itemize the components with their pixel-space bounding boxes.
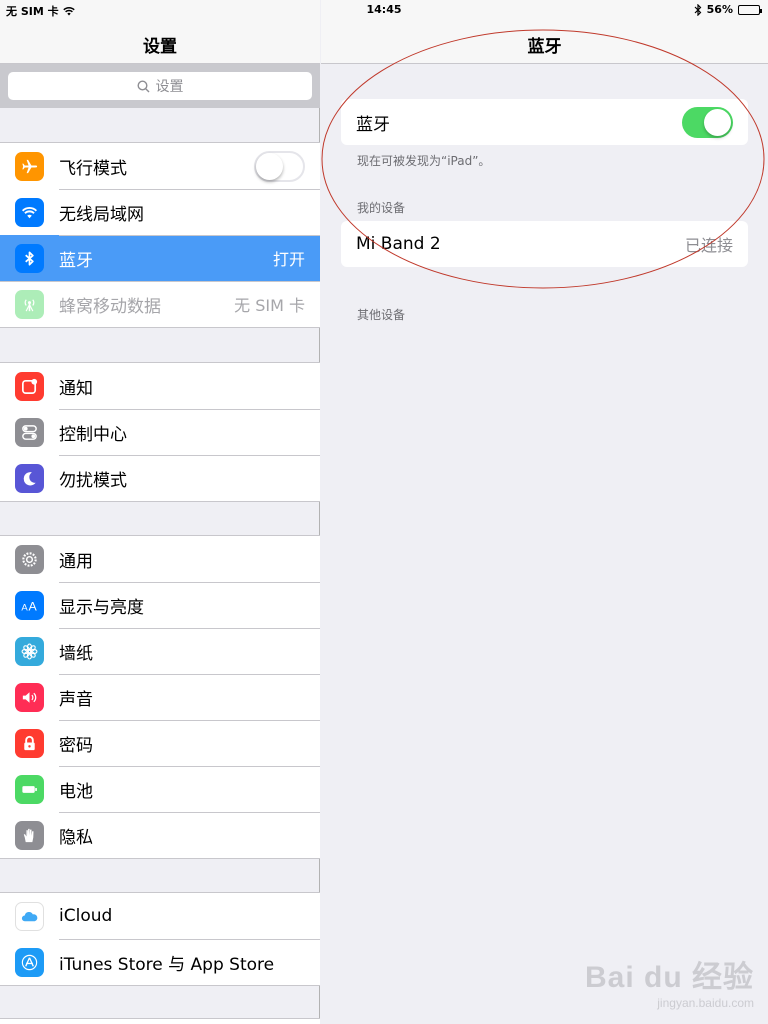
clock: 14:45 xyxy=(366,3,402,16)
watermark-main: Bai du 经验 xyxy=(584,961,754,994)
settings-row-wifi[interactable]: 无线局域网 xyxy=(0,189,320,235)
control-center-label: 控制中心 xyxy=(59,424,127,445)
baidu-watermark: Bai du 经验 jingyan.baidu.com xyxy=(585,952,754,1010)
wifi-icon xyxy=(15,197,44,227)
cellular-icon xyxy=(15,289,44,319)
bluetooth-toggle-label: 蓝牙 xyxy=(356,114,390,135)
sounds-label: 声音 xyxy=(59,689,93,710)
settings-group-general: 通用 AA 显示与亮度 墙纸 声音 密码 电池 隐私 xyxy=(0,535,320,859)
battery-percent: 56% xyxy=(706,3,733,16)
toggle-knob xyxy=(256,152,283,180)
settings-row-battery[interactable]: 电池 xyxy=(0,766,320,812)
settings-master-pane: 设置 设置 飞行模式 无线局域网 蓝牙 打开 蜂窝移动数据 无 SIM 卡 通知… xyxy=(0,0,320,1024)
device-status: 已连接 xyxy=(684,236,733,255)
app-store-icon xyxy=(15,947,44,977)
bluetooth-value: 打开 xyxy=(272,250,305,269)
bluetooth-icon xyxy=(15,243,44,273)
cellular-label: 蜂窝移动数据 xyxy=(59,296,161,317)
display-icon: AA xyxy=(15,590,44,620)
speaker-icon xyxy=(15,682,44,712)
bluetooth-detail-pane: 蓝牙 蓝牙 现在可被发现为“iPad”。 我的设备 Mi Band 2 已连接 … xyxy=(321,0,768,1024)
discoverable-text: 现在可被发现为“iPad”。 xyxy=(357,154,491,168)
airplane-icon xyxy=(15,151,44,181)
status-right: 56% xyxy=(694,3,762,16)
settings-row-icloud[interactable]: iCloud xyxy=(0,893,320,939)
settings-row-do-not-disturb[interactable]: 勿扰模式 xyxy=(0,455,320,501)
passcode-label: 密码 xyxy=(59,735,93,756)
bluetooth-label: 蓝牙 xyxy=(59,250,93,271)
watermark-sub: jingyan.baidu.com xyxy=(657,996,754,1010)
general-label: 通用 xyxy=(59,551,93,572)
settings-row-passcode[interactable]: 密码 xyxy=(0,720,320,766)
settings-row-display[interactable]: AA 显示与亮度 xyxy=(0,582,320,628)
settings-row-control-center[interactable]: 控制中心 xyxy=(0,409,320,455)
icloud-icon xyxy=(15,901,44,931)
control-center-icon xyxy=(15,417,44,447)
settings-row-cellular: 蜂窝移动数据 无 SIM 卡 xyxy=(0,281,320,327)
toggle-knob xyxy=(704,108,731,136)
master-title: 设置 xyxy=(143,37,177,57)
settings-group-connectivity: 飞行模式 无线局域网 蓝牙 打开 蜂窝移动数据 无 SIM 卡 xyxy=(0,142,320,328)
battery-icon xyxy=(15,774,44,804)
display-label: 显示与亮度 xyxy=(59,597,144,618)
wallpaper-label: 墙纸 xyxy=(59,643,93,664)
wallpaper-icon xyxy=(15,636,44,666)
settings-row-bluetooth[interactable]: 蓝牙 打开 xyxy=(0,235,320,281)
cellular-value: 无 SIM 卡 xyxy=(234,296,305,315)
bluetooth-toggle[interactable] xyxy=(682,106,733,138)
settings-row-sounds[interactable]: 声音 xyxy=(0,674,320,720)
settings-group-notifications: 通知 控制中心 勿扰模式 xyxy=(0,362,320,502)
battery-status-icon xyxy=(738,4,762,15)
search-input[interactable]: 设置 xyxy=(8,72,312,100)
notifications-icon xyxy=(15,371,44,401)
status-bar: 无 SIM 卡 14:45 56% xyxy=(0,0,768,20)
svg-text:A: A xyxy=(29,599,38,613)
battery-label: 电池 xyxy=(59,781,93,802)
notifications-label: 通知 xyxy=(59,378,93,399)
hand-icon xyxy=(15,820,44,850)
device-row[interactable]: Mi Band 2 已连接 xyxy=(341,221,748,267)
my-devices-header: 我的设备 xyxy=(357,201,406,215)
app-store-label: iTunes Store 与 App Store xyxy=(59,954,275,975)
icloud-label: iCloud xyxy=(59,906,113,926)
do-not-disturb-label: 勿扰模式 xyxy=(59,470,127,491)
bluetooth-status-icon xyxy=(694,3,702,16)
bluetooth-toggle-card: 蓝牙 xyxy=(341,99,748,145)
airplane-label: 飞行模式 xyxy=(59,158,127,179)
lock-icon xyxy=(15,728,44,758)
wifi-label: 无线局域网 xyxy=(59,204,144,225)
svg-text:A: A xyxy=(21,602,28,613)
privacy-label: 隐私 xyxy=(59,827,93,848)
gear-icon xyxy=(15,544,44,574)
search-bar: 设置 xyxy=(0,64,320,108)
airplane-toggle[interactable] xyxy=(254,150,305,182)
settings-row-notifications[interactable]: 通知 xyxy=(0,363,320,409)
moon-icon xyxy=(15,463,44,493)
detail-title: 蓝牙 xyxy=(527,37,562,57)
settings-row-airplane[interactable]: 飞行模式 xyxy=(0,143,320,189)
settings-row-app-store[interactable]: iTunes Store 与 App Store xyxy=(0,939,320,985)
settings-row-privacy[interactable]: 隐私 xyxy=(0,812,320,858)
bluetooth-toggle-row[interactable]: 蓝牙 xyxy=(341,99,748,145)
search-placeholder: 设置 xyxy=(155,79,184,95)
other-devices-header: 其他设备 xyxy=(357,308,406,322)
device-name: Mi Band 2 xyxy=(356,234,441,254)
settings-group-partial xyxy=(0,1018,320,1024)
settings-row-general[interactable]: 通用 xyxy=(0,536,320,582)
settings-row-wallpaper[interactable]: 墙纸 xyxy=(0,628,320,674)
my-devices-card: Mi Band 2 已连接 xyxy=(341,221,748,267)
settings-group-accounts: iCloud iTunes Store 与 App Store xyxy=(0,892,320,986)
search-icon xyxy=(136,79,149,92)
